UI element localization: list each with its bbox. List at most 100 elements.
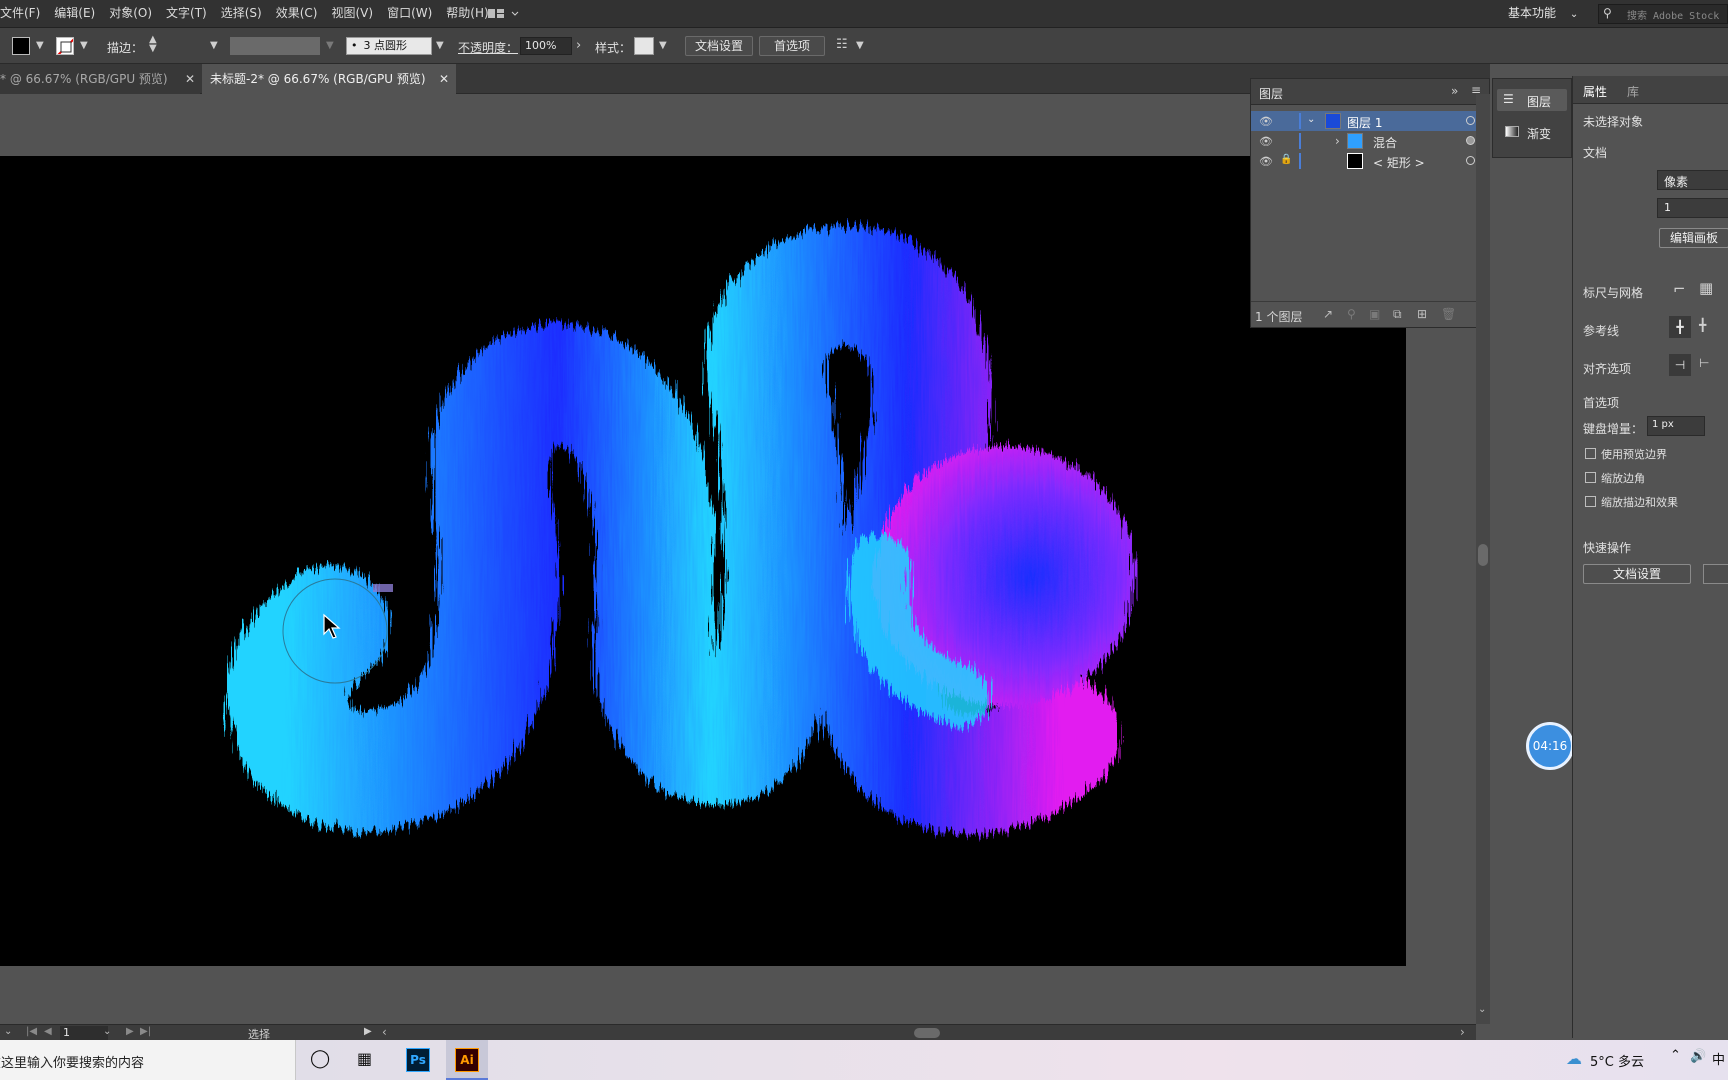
quick-doc-setup-button[interactable]: 文档设置 — [1583, 564, 1691, 584]
menu-select[interactable]: 选择(S) — [214, 0, 269, 27]
clipping-mask-icon[interactable]: ▣ — [1369, 307, 1380, 321]
dock-layers-button[interactable]: ☰ 图层 — [1497, 89, 1567, 111]
layer-name[interactable]: 混合 — [1373, 134, 1397, 151]
task-view-icon[interactable]: ▦ — [357, 1049, 372, 1068]
illustrator-app-tab[interactable]: Ai — [446, 1040, 488, 1080]
align-icon[interactable]: ⊢ — [1699, 356, 1709, 370]
tab-properties[interactable]: 属性 — [1583, 83, 1607, 100]
timer-badge[interactable]: 04:16 — [1526, 722, 1574, 770]
units-select[interactable]: 像素 — [1657, 170, 1728, 190]
variable-width-profile[interactable] — [230, 37, 320, 55]
first-page-icon[interactable]: |◀ — [26, 1026, 37, 1037]
chevron-down-icon[interactable]: ▼ — [36, 40, 44, 51]
chevron-down-icon[interactable]: ⌄ — [1307, 114, 1315, 125]
tab-libraries[interactable]: 库 — [1627, 83, 1639, 100]
next-page-icon[interactable]: ▶ — [126, 1026, 134, 1037]
opacity-input[interactable]: 100% — [520, 37, 572, 55]
close-icon[interactable]: ✕ — [185, 64, 195, 94]
layer-row[interactable]: 👁 › 混合 — [1251, 131, 1485, 151]
menu-object[interactable]: 对象(O) — [102, 0, 159, 27]
layer-name[interactable]: 图层 1 — [1347, 114, 1382, 131]
scroll-left-icon[interactable]: ‹ — [382, 1025, 387, 1039]
arrange-icon[interactable]: ☷ — [836, 37, 848, 52]
photoshop-app-icon[interactable]: Ps — [406, 1048, 430, 1072]
new-layer-icon[interactable]: ⊞ — [1417, 307, 1427, 321]
page-number-input[interactable]: 1 — [60, 1026, 108, 1040]
document-setup-button[interactable]: 文档设置 — [685, 36, 753, 56]
menu-effect[interactable]: 效果(C) — [269, 0, 325, 27]
horizontal-scroll-thumb[interactable] — [914, 1028, 940, 1038]
artboard[interactable] — [0, 156, 1406, 966]
scale-strokes-checkbox[interactable] — [1585, 496, 1596, 507]
eye-icon[interactable]: 👁 — [1259, 155, 1273, 168]
eye-icon[interactable]: 👁 — [1259, 115, 1273, 128]
brush-definition-field[interactable]: • 3 点圆形 — [346, 37, 432, 55]
input-method-icon[interactable]: 中 — [1712, 1049, 1725, 1068]
artboard-field[interactable]: 1 — [1657, 198, 1728, 218]
collapse-icon[interactable]: » — [1451, 84, 1458, 98]
edit-artboard-button[interactable]: 编辑画板 — [1659, 228, 1728, 248]
workspace-switcher[interactable]: 基本功能 ⌄ — [1508, 0, 1578, 28]
use-preview-bounds-checkbox[interactable] — [1585, 448, 1596, 459]
taskbar-search-box[interactable]: 在这里输入你要搜索的内容 — [0, 1040, 296, 1080]
layer-row[interactable]: 👁 ⌄ 图层 1 — [1251, 111, 1485, 131]
graphic-style-swatch[interactable] — [634, 37, 654, 55]
chevron-down-icon[interactable]: ▼ — [436, 40, 444, 51]
show-guides-icon[interactable]: ╋ — [1669, 316, 1691, 338]
fill-swatch[interactable] — [12, 37, 30, 55]
weather-text[interactable]: 5°C 多云 — [1590, 1051, 1644, 1070]
layers-panel-title[interactable]: 图层 — [1259, 85, 1283, 102]
menu-view[interactable]: 视图(V) — [324, 0, 380, 27]
cortana-icon[interactable]: ◯ — [310, 1048, 330, 1069]
search-icon[interactable]: ⚲ — [1347, 307, 1356, 321]
new-sublayer-icon[interactable]: ⧉ — [1393, 307, 1402, 322]
menu-window[interactable]: 窗口(W) — [380, 0, 439, 27]
scroll-right-icon[interactable]: › — [1460, 1025, 1465, 1039]
vertical-scroll-thumb[interactable] — [1478, 544, 1488, 566]
snap-to-pixel-icon[interactable]: ⊣ — [1669, 354, 1691, 376]
target-circle-icon[interactable] — [1466, 156, 1475, 165]
preferences-button[interactable]: 首选项 — [759, 36, 825, 56]
prev-page-icon[interactable]: ◀ — [44, 1026, 52, 1037]
chevron-right-icon[interactable]: › — [1335, 134, 1340, 148]
dock-gradient-button[interactable]: 渐变 — [1497, 121, 1567, 143]
scroll-down-icon[interactable]: ⌄ — [1478, 1004, 1486, 1015]
arrange-documents-button[interactable] — [486, 6, 522, 22]
menu-type[interactable]: 文字(T) — [159, 0, 214, 27]
eye-icon[interactable]: 👁 — [1259, 135, 1273, 148]
keyboard-increment-input[interactable]: 1 px — [1647, 416, 1705, 436]
stock-search-input[interactable]: ⚲ 搜索 Adobe Stock — [1598, 4, 1728, 24]
chevron-down-icon[interactable]: ▼ — [80, 40, 88, 51]
volume-icon[interactable]: 🔊 — [1690, 1049, 1706, 1064]
fur-wave-artwork[interactable] — [0, 156, 1406, 966]
target-circle-icon[interactable] — [1466, 136, 1475, 145]
vertical-scrollbar[interactable]: ⌄ — [1476, 94, 1490, 1024]
scale-corners-checkbox[interactable] — [1585, 472, 1596, 483]
chevron-down-icon[interactable]: ▼ — [659, 40, 667, 51]
tab-document-2[interactable]: 未标题-2* @ 66.67% (RGB/GPU 预览) ✕ — [202, 64, 456, 94]
ruler-icon[interactable]: ⌐ — [1673, 280, 1686, 298]
chevron-down-icon[interactable]: ⌄ — [103, 1026, 111, 1037]
menu-file[interactable]: 文件(F) — [0, 0, 47, 27]
layer-row[interactable]: 👁 🔒 < 矩形 > — [1251, 151, 1485, 171]
close-icon[interactable]: ✕ — [439, 64, 449, 94]
stroke-swatch[interactable] — [56, 37, 74, 55]
tab-document-1[interactable]: * @ 66.67% (RGB/GPU 预览) ✕ — [0, 64, 200, 94]
opacity-label[interactable]: 不透明度： — [458, 39, 518, 56]
status-menu-icon[interactable]: ▶ — [364, 1026, 372, 1037]
tray-expand-icon[interactable]: ⌃ — [1670, 1048, 1681, 1063]
chevron-down-icon[interactable]: ▼ — [856, 40, 864, 51]
chevron-right-icon[interactable]: › — [576, 38, 581, 53]
layer-name[interactable]: < 矩形 > — [1373, 154, 1425, 171]
stepper-icon[interactable]: ▲ ▼ — [149, 35, 157, 54]
menu-edit[interactable]: 编辑(E) — [47, 0, 102, 27]
chevron-down-icon[interactable]: ▼ — [210, 40, 218, 51]
grid-icon[interactable]: ▦ — [1699, 279, 1713, 297]
lock-icon[interactable]: 🔒 — [1280, 154, 1292, 165]
target-circle-icon[interactable] — [1466, 116, 1475, 125]
quick-prefs-button[interactable] — [1703, 564, 1728, 584]
export-icon[interactable]: ↗ — [1323, 307, 1333, 321]
last-page-icon[interactable]: ▶| — [140, 1026, 151, 1037]
trash-icon[interactable]: 🗑 — [1441, 307, 1456, 321]
chevron-down-icon[interactable]: ⌄ — [4, 1026, 12, 1037]
